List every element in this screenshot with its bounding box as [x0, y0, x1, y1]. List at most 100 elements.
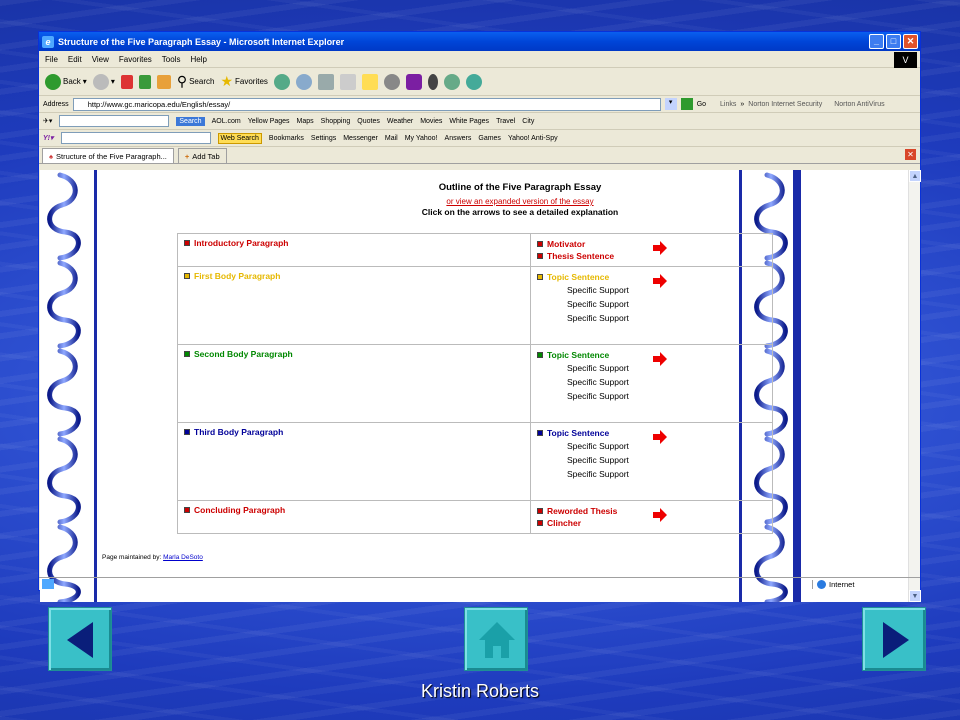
- scroll-up-icon[interactable]: ▲: [909, 170, 921, 182]
- support-item: Specific Support: [567, 469, 629, 479]
- expanded-version-link[interactable]: or view an expanded version of the essay: [446, 197, 593, 206]
- menu-favorites[interactable]: Favorites: [119, 55, 152, 64]
- scroll-down-icon[interactable]: ▼: [909, 590, 921, 602]
- edit-icon[interactable]: [339, 73, 356, 90]
- white-pages-link[interactable]: White Pages: [449, 118, 489, 125]
- aol-search-input[interactable]: [59, 115, 170, 127]
- back-arrow-icon: [45, 73, 61, 90]
- bullet-icon: [184, 240, 190, 246]
- support-item: Specific Support: [567, 285, 629, 295]
- next-slide-button[interactable]: [862, 607, 926, 671]
- messenger-button[interactable]: Messenger: [343, 135, 378, 142]
- anti-spy-button[interactable]: Yahoo! Anti-Spy: [508, 135, 558, 142]
- topic-sentence-label: Topic Sentence: [547, 350, 610, 360]
- favorites-button[interactable]: ★ Favorites: [220, 73, 267, 90]
- yahoo-icon[interactable]: [405, 73, 422, 90]
- bookmarks-button[interactable]: Bookmarks: [269, 135, 304, 142]
- maps-link[interactable]: Maps: [297, 118, 314, 125]
- footer-label: Page maintained by:: [102, 554, 162, 561]
- quotes-link[interactable]: Quotes: [357, 118, 380, 125]
- home-slide-button[interactable]: [464, 607, 528, 671]
- mail-button[interactable]: Mail: [385, 135, 398, 142]
- norton-av-button[interactable]: Norton AntiVirus: [834, 101, 884, 108]
- maximize-button[interactable]: □: [886, 34, 901, 49]
- yahoo-logo-icon[interactable]: Y!▾: [43, 134, 54, 142]
- bullet-icon: [537, 352, 543, 358]
- back-button[interactable]: Back ▾: [45, 73, 87, 90]
- tab-active[interactable]: ♠ Structure of the Five Paragraph...: [42, 148, 174, 163]
- links-label[interactable]: Links: [720, 101, 736, 108]
- second-body-label: Second Body Paragraph: [194, 349, 293, 359]
- go-button[interactable]: Go: [697, 101, 706, 108]
- movies-link[interactable]: Movies: [420, 118, 442, 125]
- search-button[interactable]: ⚲ Search: [177, 73, 215, 90]
- messenger-icon[interactable]: [383, 73, 400, 90]
- print-icon[interactable]: [317, 73, 334, 90]
- research-icon[interactable]: [465, 73, 482, 90]
- refresh-icon[interactable]: [138, 74, 151, 89]
- first-body-label: First Body Paragraph: [194, 271, 281, 281]
- aol-search-button[interactable]: Search: [176, 116, 205, 126]
- discuss-icon[interactable]: [443, 73, 460, 90]
- close-button[interactable]: ✕: [903, 34, 918, 49]
- page-status-icon: [42, 579, 54, 589]
- close-tab-icon[interactable]: ✕: [905, 149, 916, 160]
- web-search-button[interactable]: Web Search: [217, 132, 262, 144]
- menu-view[interactable]: View: [92, 55, 109, 64]
- intro-arrow-icon[interactable]: [653, 241, 667, 255]
- bullet-icon: [537, 241, 543, 247]
- menu-tools[interactable]: Tools: [162, 55, 181, 64]
- weather-link[interactable]: Weather: [387, 118, 413, 125]
- bullet-icon: [184, 273, 190, 279]
- notes-icon[interactable]: [361, 73, 378, 90]
- first-body-arrow-icon[interactable]: [653, 274, 667, 288]
- mail-icon[interactable]: [295, 73, 312, 90]
- previous-slide-button[interactable]: [48, 607, 112, 671]
- city-link[interactable]: City: [522, 118, 534, 125]
- third-body-label: Third Body Paragraph: [194, 427, 284, 437]
- yellow-pages-link[interactable]: Yellow Pages: [248, 118, 290, 125]
- menu-edit[interactable]: Edit: [68, 55, 82, 64]
- second-body-arrow-icon[interactable]: [653, 352, 667, 366]
- answers-button[interactable]: Answers: [445, 135, 472, 142]
- norton-security-button[interactable]: Norton Internet Security: [748, 101, 822, 108]
- page-instruction: Click on the arrows to see a detailed ex…: [421, 207, 619, 217]
- menu-help[interactable]: Help: [190, 55, 206, 64]
- bullet-icon: [184, 507, 190, 513]
- search-icon: ⚲: [176, 73, 188, 89]
- support-item: Specific Support: [567, 391, 629, 401]
- table-row: Concluding Paragraph Reworded Thesis Cli…: [177, 500, 773, 534]
- tab-bar: ♠ Structure of the Five Paragraph... + Add…: [39, 147, 920, 164]
- aol-link[interactable]: AOL.com: [212, 118, 241, 125]
- shopping-link[interactable]: Shopping: [321, 118, 351, 125]
- add-tab-button[interactable]: + Add Tab: [177, 148, 227, 163]
- yahoo-search-input[interactable]: [60, 132, 211, 144]
- third-body-arrow-icon[interactable]: [653, 430, 667, 444]
- address-dropdown-icon[interactable]: ▾: [664, 98, 677, 110]
- left-triangle-icon: [67, 622, 93, 658]
- go-arrow-icon[interactable]: [680, 98, 693, 110]
- history-icon[interactable]: [273, 73, 290, 90]
- menu-file[interactable]: File: [45, 55, 58, 64]
- travel-link[interactable]: Travel: [496, 118, 515, 125]
- maintainer-link[interactable]: Marla DeSoto: [163, 554, 203, 561]
- reworded-thesis-label: Reworded Thesis: [547, 506, 618, 516]
- table-row: Third Body Paragraph Topic Sentence Spec…: [177, 422, 773, 501]
- my-yahoo-button[interactable]: My Yahoo!: [405, 135, 438, 142]
- support-item: Specific Support: [567, 299, 629, 309]
- forward-button[interactable]: ▾: [92, 73, 115, 90]
- aol-toolbar: ✈▾ Search AOL.com Yellow Pages Maps Shop…: [39, 113, 920, 130]
- bullet-icon: [537, 520, 543, 526]
- person-icon[interactable]: [427, 73, 438, 90]
- stop-icon[interactable]: [120, 74, 133, 89]
- address-input[interactable]: http://www.gc.maricopa.edu/English/essay…: [72, 97, 661, 111]
- yahoo-toolbar: Y!▾ Web Search Bookmarks Settings Messen…: [39, 130, 920, 147]
- bullet-icon: [537, 430, 543, 436]
- vertical-scrollbar[interactable]: ▲ ▼: [908, 170, 921, 602]
- games-button[interactable]: Games: [478, 135, 501, 142]
- minimize-button[interactable]: _: [869, 34, 884, 49]
- chevron-icon[interactable]: »: [740, 101, 744, 108]
- concluding-arrow-icon[interactable]: [653, 508, 667, 522]
- home-icon[interactable]: [156, 74, 171, 89]
- settings-button[interactable]: Settings: [311, 135, 336, 142]
